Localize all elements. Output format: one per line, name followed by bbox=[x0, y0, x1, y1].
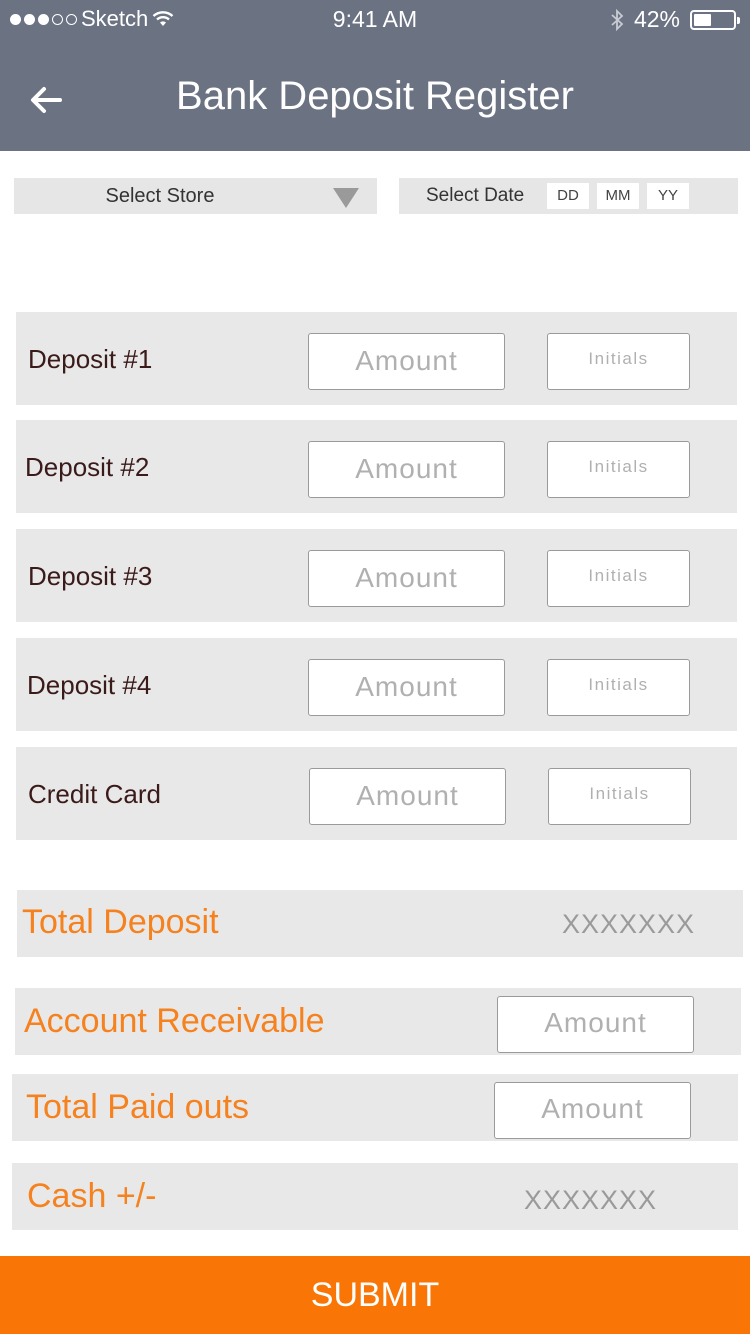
initials-input[interactable]: Initials bbox=[547, 333, 690, 390]
store-select[interactable]: Select Store bbox=[14, 178, 377, 214]
total-paid-outs-input[interactable]: Amount bbox=[494, 1082, 691, 1139]
status-right: 42% bbox=[610, 6, 740, 33]
bluetooth-icon bbox=[611, 8, 624, 31]
deposit-label: Deposit #4 bbox=[27, 670, 152, 700]
total-deposit-label: Total Deposit bbox=[22, 903, 219, 941]
cash-value: XXXXXXX bbox=[524, 1185, 658, 1215]
amount-input[interactable]: Amount bbox=[308, 659, 505, 716]
amount-input[interactable]: Amount bbox=[308, 550, 505, 607]
account-receivable-row: Account Receivable Amount bbox=[15, 988, 741, 1055]
initials-input[interactable]: Initials bbox=[547, 550, 690, 607]
initials-input[interactable]: Initials bbox=[548, 768, 691, 825]
amount-input[interactable]: Amount bbox=[308, 333, 505, 390]
deposit-label: Deposit #2 bbox=[25, 452, 150, 482]
account-receivable-input[interactable]: Amount bbox=[497, 996, 694, 1053]
page-title: Bank Deposit Register bbox=[176, 74, 574, 118]
initials-input[interactable]: Initials bbox=[547, 659, 690, 716]
status-bar: Sketch 9:41 AM 42% bbox=[0, 0, 750, 40]
date-select: Select Date DD MM YY bbox=[399, 178, 738, 214]
year-field[interactable]: YY bbox=[647, 183, 689, 209]
amount-input[interactable]: Amount bbox=[309, 768, 506, 825]
deposit-label: Deposit #3 bbox=[28, 561, 153, 591]
day-field[interactable]: DD bbox=[547, 183, 589, 209]
cash-row: Cash +/- XXXXXXX bbox=[12, 1163, 738, 1230]
battery-percent: 42% bbox=[633, 6, 680, 32]
amount-input[interactable]: Amount bbox=[308, 441, 505, 498]
account-receivable-label: Account Receivable bbox=[24, 1002, 325, 1040]
battery-icon bbox=[690, 9, 740, 30]
credit-card-label: Credit Card bbox=[28, 779, 161, 809]
total-paid-outs-row: Total Paid outs Amount bbox=[12, 1074, 738, 1141]
caret-down-icon bbox=[333, 188, 359, 208]
month-field[interactable]: MM bbox=[597, 183, 639, 209]
deposit-row-2: Deposit #2 Amount Initials bbox=[16, 420, 737, 513]
total-deposit-value: XXXXXXX bbox=[562, 909, 696, 939]
deposit-label: Deposit #1 bbox=[28, 344, 153, 374]
submit-button[interactable]: SUBMIT bbox=[0, 1256, 750, 1334]
cash-label: Cash +/- bbox=[27, 1177, 157, 1215]
deposit-row-4: Deposit #4 Amount Initials bbox=[16, 638, 737, 731]
total-deposit-row: Total Deposit XXXXXXX bbox=[17, 890, 743, 957]
initials-input[interactable]: Initials bbox=[547, 441, 690, 498]
deposit-row-1: Deposit #1 Amount Initials bbox=[16, 312, 737, 405]
date-select-label: Select Date bbox=[426, 185, 525, 206]
store-select-label: Select Store bbox=[105, 185, 215, 207]
total-paid-outs-label: Total Paid outs bbox=[26, 1088, 250, 1126]
credit-card-row: Credit Card Amount Initials bbox=[16, 747, 737, 840]
deposit-row-3: Deposit #3 Amount Initials bbox=[16, 529, 737, 622]
